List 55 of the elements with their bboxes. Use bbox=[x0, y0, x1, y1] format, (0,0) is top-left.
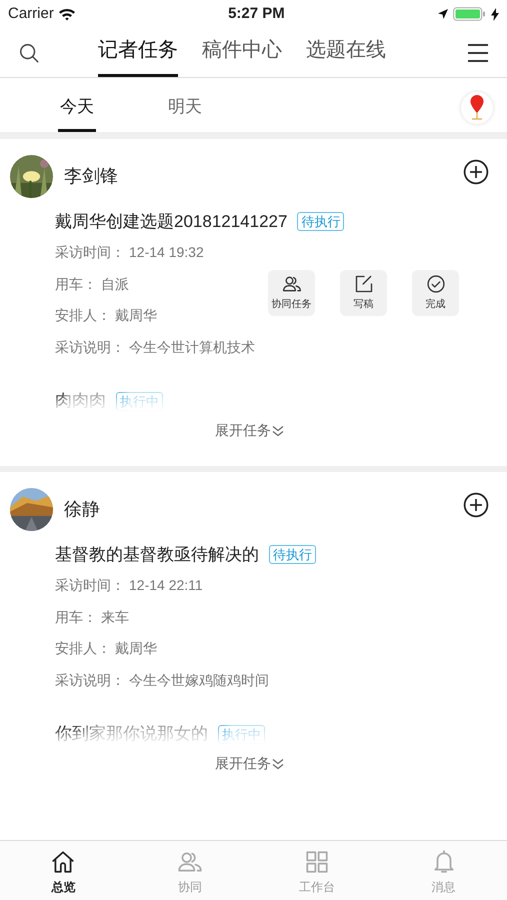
expand-tasks-button[interactable]: 展开任务 bbox=[209, 419, 290, 442]
clock-time: 5:27 PM bbox=[228, 4, 285, 24]
grid-icon bbox=[304, 849, 330, 875]
map-pin-icon bbox=[469, 95, 485, 121]
charging-icon bbox=[490, 8, 499, 20]
field-value: 今生今世嫁鸡随鸡时间 bbox=[129, 670, 269, 690]
field-label: 采访时间： bbox=[55, 576, 125, 595]
task-title: 基督教的基督教亟待解决的 bbox=[55, 544, 259, 566]
field-value: 戴周华 bbox=[115, 306, 157, 325]
location-arrow-icon bbox=[436, 8, 449, 20]
status-tag: 待执行 bbox=[297, 212, 344, 231]
field-label: 用车： bbox=[55, 608, 97, 626]
people-icon bbox=[282, 274, 302, 294]
person-name: 徐静 bbox=[64, 498, 100, 521]
status-tag: 执行中 bbox=[116, 392, 163, 410]
map-pin-button[interactable] bbox=[461, 92, 493, 124]
nav-tab[interactable]: 记者任务 bbox=[98, 27, 178, 77]
field-value: 戴周华 bbox=[115, 639, 157, 658]
wifi-icon bbox=[58, 7, 76, 21]
home-icon bbox=[50, 849, 76, 875]
carrier-name: Carrier bbox=[8, 4, 54, 24]
field-label: 安排人： bbox=[55, 639, 111, 658]
double-chevron-icon bbox=[272, 424, 284, 436]
search-icon[interactable] bbox=[18, 42, 40, 64]
person-name: 李剑锋 bbox=[64, 165, 118, 188]
status-tag: 执行中 bbox=[218, 724, 265, 744]
write-button[interactable]: 写稿 bbox=[340, 270, 387, 316]
field-value: 今生今世计算机技术 bbox=[129, 338, 255, 356]
task-title: 肉肉肉 bbox=[55, 390, 106, 412]
day-tab[interactable]: 明天 bbox=[166, 82, 204, 132]
field-value: 12-14 22:11 bbox=[129, 576, 203, 595]
tab-bar-item[interactable]: 总览 bbox=[0, 841, 127, 900]
field-value: 自派 bbox=[101, 274, 129, 294]
field-label: 采访说明： bbox=[55, 338, 125, 356]
add-icon[interactable] bbox=[463, 159, 489, 185]
task-title: 戴周华创建选题201812141227 bbox=[55, 210, 288, 233]
nav-tab[interactable]: 稿件中心 bbox=[202, 27, 282, 77]
field-value: 来车 bbox=[101, 608, 129, 626]
field-label: 采访说明： bbox=[55, 670, 125, 690]
field-label: 安排人： bbox=[55, 306, 111, 325]
collaborate-button[interactable]: 协同任务 bbox=[268, 270, 315, 316]
nav-tab[interactable]: 选题在线 bbox=[306, 27, 386, 77]
add-icon[interactable] bbox=[463, 492, 489, 518]
task-title: 你到家那你说那女的 bbox=[55, 723, 208, 746]
field-label: 采访时间： bbox=[55, 243, 125, 262]
complete-button[interactable]: 完成 bbox=[412, 270, 459, 316]
menu-icon[interactable] bbox=[467, 44, 489, 62]
expand-tasks-button[interactable]: 展开任务 bbox=[209, 752, 290, 775]
field-value: 12-14 19:32 bbox=[129, 243, 204, 262]
status-tag: 待执行 bbox=[269, 545, 316, 564]
edit-icon bbox=[354, 274, 374, 294]
check-circle-icon bbox=[426, 274, 446, 294]
field-label: 用车： bbox=[55, 274, 97, 294]
double-chevron-icon bbox=[272, 758, 284, 770]
battery-icon bbox=[452, 7, 487, 21]
